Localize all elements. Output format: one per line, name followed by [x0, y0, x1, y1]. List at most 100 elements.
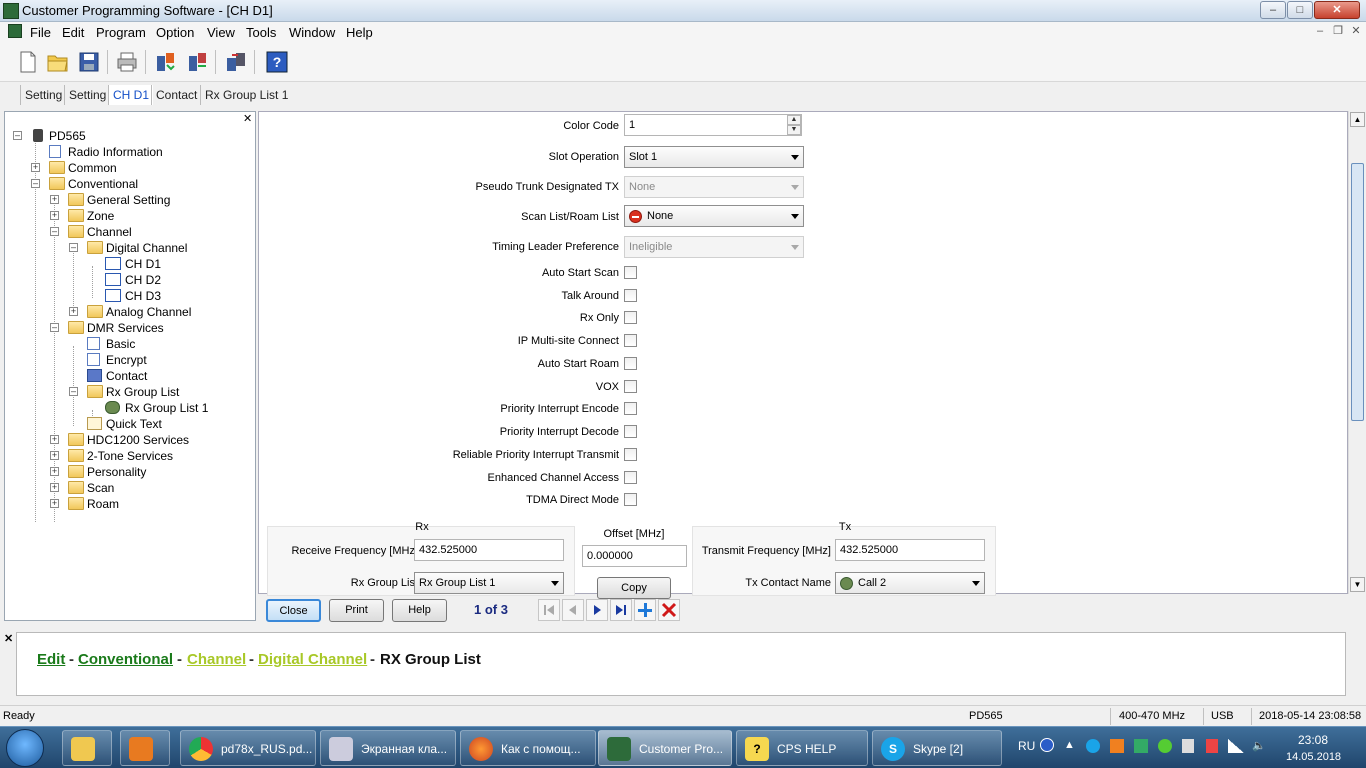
show-hidden-icons[interactable]: ▲: [1064, 739, 1075, 751]
taskbar-item-keyboard[interactable]: Экранная кла...: [320, 730, 456, 766]
last-record-icon[interactable]: [610, 599, 632, 621]
new-file-icon[interactable]: [16, 50, 40, 74]
timing-leader-select[interactable]: Ineligible: [624, 236, 804, 258]
minimize-button[interactable]: –: [1260, 1, 1286, 19]
skype-tray-icon[interactable]: [1086, 739, 1100, 753]
expand-icon[interactable]: +: [31, 163, 40, 172]
talk-around-checkbox[interactable]: [624, 289, 637, 302]
menu-tools[interactable]: Tools: [246, 25, 276, 40]
pseudo-trunk-select[interactable]: None: [624, 176, 804, 198]
expand-icon[interactable]: +: [50, 499, 59, 508]
clock-time[interactable]: 23:08: [1298, 733, 1328, 747]
add-record-icon[interactable]: [634, 599, 656, 621]
collapse-icon[interactable]: –: [50, 323, 59, 332]
open-folder-icon[interactable]: [46, 50, 70, 74]
delete-record-icon[interactable]: [658, 599, 680, 621]
expand-icon[interactable]: +: [50, 483, 59, 492]
form-scrollbar[interactable]: ▲ ▼: [1348, 111, 1365, 594]
explorer-pin[interactable]: [62, 730, 112, 766]
breadcrumb-digital-channel[interactable]: Digital Channel: [258, 651, 367, 668]
tab-setting-2[interactable]: Setting: [64, 85, 110, 105]
utorrent-icon[interactable]: [1158, 739, 1172, 753]
spin-down-icon[interactable]: ▼: [787, 125, 801, 135]
collapse-icon[interactable]: –: [69, 243, 78, 252]
volume-icon[interactable]: 🔈: [1252, 739, 1266, 753]
tx-contact-name-select[interactable]: Call 2: [835, 572, 985, 594]
collapse-icon[interactable]: –: [13, 131, 22, 140]
save-icon[interactable]: [77, 50, 101, 74]
breadcrumb-edit[interactable]: Edit: [37, 651, 65, 668]
slot-operation-select[interactable]: Slot 1: [624, 146, 804, 168]
taskbar-item-cps[interactable]: Customer Pro...: [598, 730, 732, 766]
collapse-icon[interactable]: –: [50, 227, 59, 236]
menu-window[interactable]: Window: [289, 25, 335, 40]
expand-icon[interactable]: +: [50, 195, 59, 204]
mdi-restore-icon[interactable]: ❐: [1330, 25, 1346, 39]
ip-multi-site-checkbox[interactable]: [624, 334, 637, 347]
collapse-icon[interactable]: –: [69, 387, 78, 396]
app-tray-icon[interactable]: [1134, 739, 1148, 753]
spin-up-icon[interactable]: ▲: [787, 115, 801, 125]
write-radio-icon[interactable]: [185, 50, 209, 74]
network-icon[interactable]: [1228, 739, 1244, 753]
scroll-down-icon[interactable]: ▼: [1350, 577, 1365, 592]
close-window-button[interactable]: ✕: [1314, 1, 1360, 19]
menu-help[interactable]: Help: [346, 25, 373, 40]
expand-icon[interactable]: +: [50, 435, 59, 444]
start-button[interactable]: [6, 729, 44, 767]
menu-option[interactable]: Option: [156, 25, 194, 40]
app-tray-icon[interactable]: [1110, 739, 1124, 753]
breadcrumb-conventional[interactable]: Conventional: [78, 651, 173, 668]
doc-icon[interactable]: [8, 24, 22, 38]
close-button[interactable]: Close: [266, 599, 321, 622]
flag-icon[interactable]: [1182, 739, 1194, 753]
clock-date[interactable]: 14.05.2018: [1286, 751, 1341, 763]
expand-icon[interactable]: +: [50, 451, 59, 460]
breadcrumb-channel[interactable]: Channel: [187, 651, 246, 668]
auto-start-roam-checkbox[interactable]: [624, 357, 637, 370]
enhanced-channel-access-checkbox[interactable]: [624, 471, 637, 484]
auto-start-scan-checkbox[interactable]: [624, 266, 637, 279]
taskbar-item-cps-help[interactable]: ? CPS HELP: [736, 730, 868, 766]
read-radio-icon[interactable]: [153, 50, 177, 74]
print-icon[interactable]: [115, 50, 139, 74]
close-panel-icon[interactable]: ✕: [243, 112, 252, 125]
scroll-up-icon[interactable]: ▲: [1350, 112, 1365, 127]
next-record-icon[interactable]: [586, 599, 608, 621]
menu-edit[interactable]: Edit: [62, 25, 84, 40]
menu-view[interactable]: View: [207, 25, 235, 40]
color-code-input[interactable]: 1 ▲ ▼: [624, 114, 802, 136]
language-indicator[interactable]: RU: [1018, 739, 1035, 753]
collapse-icon[interactable]: –: [31, 179, 40, 188]
tab-ch-d1[interactable]: CH D1: [108, 85, 154, 105]
app-tray-icon[interactable]: [1206, 739, 1218, 753]
taskbar-item-firefox[interactable]: Как с помощ...: [460, 730, 596, 766]
tab-contact[interactable]: Contact: [151, 85, 201, 105]
tdma-direct-mode-checkbox[interactable]: [624, 493, 637, 506]
maximize-button[interactable]: □: [1287, 1, 1313, 19]
scroll-thumb[interactable]: [1351, 163, 1364, 421]
menu-program[interactable]: Program: [96, 25, 146, 40]
priority-interrupt-decode-checkbox[interactable]: [624, 425, 637, 438]
help-tray-icon[interactable]: [1040, 738, 1054, 752]
close-panel-icon[interactable]: ✕: [4, 632, 13, 645]
mdi-minimize-icon[interactable]: –: [1312, 25, 1328, 39]
menu-file[interactable]: File: [30, 25, 51, 40]
taskbar-item-chrome[interactable]: pd78x_RUS.pd...: [180, 730, 316, 766]
print-button[interactable]: Print: [329, 599, 384, 622]
scan-list-select[interactable]: None: [624, 205, 804, 227]
priority-interrupt-encode-checkbox[interactable]: [624, 402, 637, 415]
transmit-frequency-input[interactable]: 432.525000: [835, 539, 985, 561]
expand-icon[interactable]: +: [50, 467, 59, 476]
previous-record-icon[interactable]: [562, 599, 584, 621]
reliable-priority-interrupt-checkbox[interactable]: [624, 448, 637, 461]
media-player-pin[interactable]: [120, 730, 170, 766]
tab-setting-1[interactable]: Setting: [20, 85, 66, 105]
help-button[interactable]: Help: [392, 599, 447, 622]
first-record-icon[interactable]: [538, 599, 560, 621]
taskbar-item-skype[interactable]: S Skype [2]: [872, 730, 1002, 766]
help-icon[interactable]: ?: [265, 50, 289, 74]
expand-icon[interactable]: +: [69, 307, 78, 316]
vox-checkbox[interactable]: [624, 380, 637, 393]
tab-rx-group-list-1[interactable]: Rx Group List 1: [200, 85, 292, 105]
